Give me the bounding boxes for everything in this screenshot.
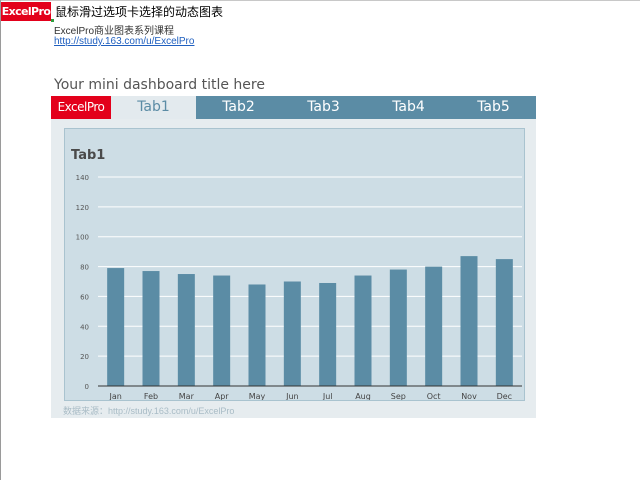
x-tick-label: Feb [144, 392, 158, 400]
bar-apr [213, 275, 231, 386]
tab-2[interactable]: Tab2 [196, 96, 281, 119]
x-tick-label: May [249, 392, 266, 400]
bar-aug [354, 275, 372, 386]
chart-panel: Tab1 20 40 60 80 100 120 140 0 Jan Feb Mar Apr May Jun… [51, 119, 536, 418]
course-link[interactable]: http://study.163.com/u/ExcelPro [54, 36, 194, 47]
data-source-note: 数据来源：http://study.163.com/u/ExcelPro [63, 406, 235, 416]
bar-sep [389, 269, 407, 386]
page-subtitle: ExcelPro商业图表系列课程 [54, 26, 175, 37]
chart-area: Tab1 20 40 60 80 100 120 140 0 Jan Feb Mar Apr May Jun… [64, 128, 525, 401]
y-tick-label: 60 [80, 293, 89, 301]
y-tick-label: 80 [80, 264, 89, 272]
bar-jun [283, 281, 301, 386]
x-tick-label: Mar [179, 392, 195, 400]
excelpro-logo: ExcelPro [1, 2, 51, 21]
dashboard-title: Your mini dashboard title here [54, 77, 265, 93]
x-tick-label: Apr [215, 392, 230, 400]
bar-jan [107, 268, 125, 386]
bar-chart: Tab1 20 40 60 80 100 120 140 0 Jan Feb Mar Apr May Jun… [71, 148, 522, 400]
bar-nov [460, 256, 478, 386]
page-title: 鼠标滑过选项卡选择的动态图表 [55, 5, 224, 19]
x-tick-label: Jan [108, 392, 121, 400]
bar-jul [319, 282, 337, 386]
tab-1[interactable]: Tab1 [111, 96, 196, 119]
y-tick-label: 0 [85, 383, 89, 391]
x-tick-label: Oct [427, 392, 441, 400]
x-tick-label: Nov [461, 392, 477, 400]
bar-dec [495, 259, 513, 386]
bar-mar [177, 274, 195, 386]
x-tick-label: Jun [285, 392, 299, 400]
x-tick-label: Jul [322, 392, 333, 400]
chart-title: Tab1 [71, 148, 105, 163]
y-tick-label: 140 [76, 174, 89, 182]
tab-4[interactable]: Tab4 [366, 96, 451, 119]
x-tick-label: Aug [355, 392, 371, 400]
y-tick-label: 120 [76, 204, 89, 212]
tab-5[interactable]: Tab5 [451, 96, 536, 119]
y-tick-label: 20 [80, 353, 89, 361]
x-tick-label: Dec [497, 392, 512, 400]
y-tick-label: 100 [76, 234, 89, 242]
x-tick-label: Sep [391, 392, 406, 400]
dashboard-logo: ExcelPro [51, 96, 111, 119]
bar-may [248, 284, 266, 386]
bar-feb [142, 271, 160, 386]
tab-bar: ExcelPro Tab1 Tab2 Tab3 Tab4 Tab5 [51, 96, 536, 119]
window-top-border [0, 0, 640, 1]
bar-oct [425, 266, 443, 386]
tab-3[interactable]: Tab3 [281, 96, 366, 119]
y-tick-label: 40 [80, 323, 89, 331]
window-left-border [0, 0, 1, 480]
